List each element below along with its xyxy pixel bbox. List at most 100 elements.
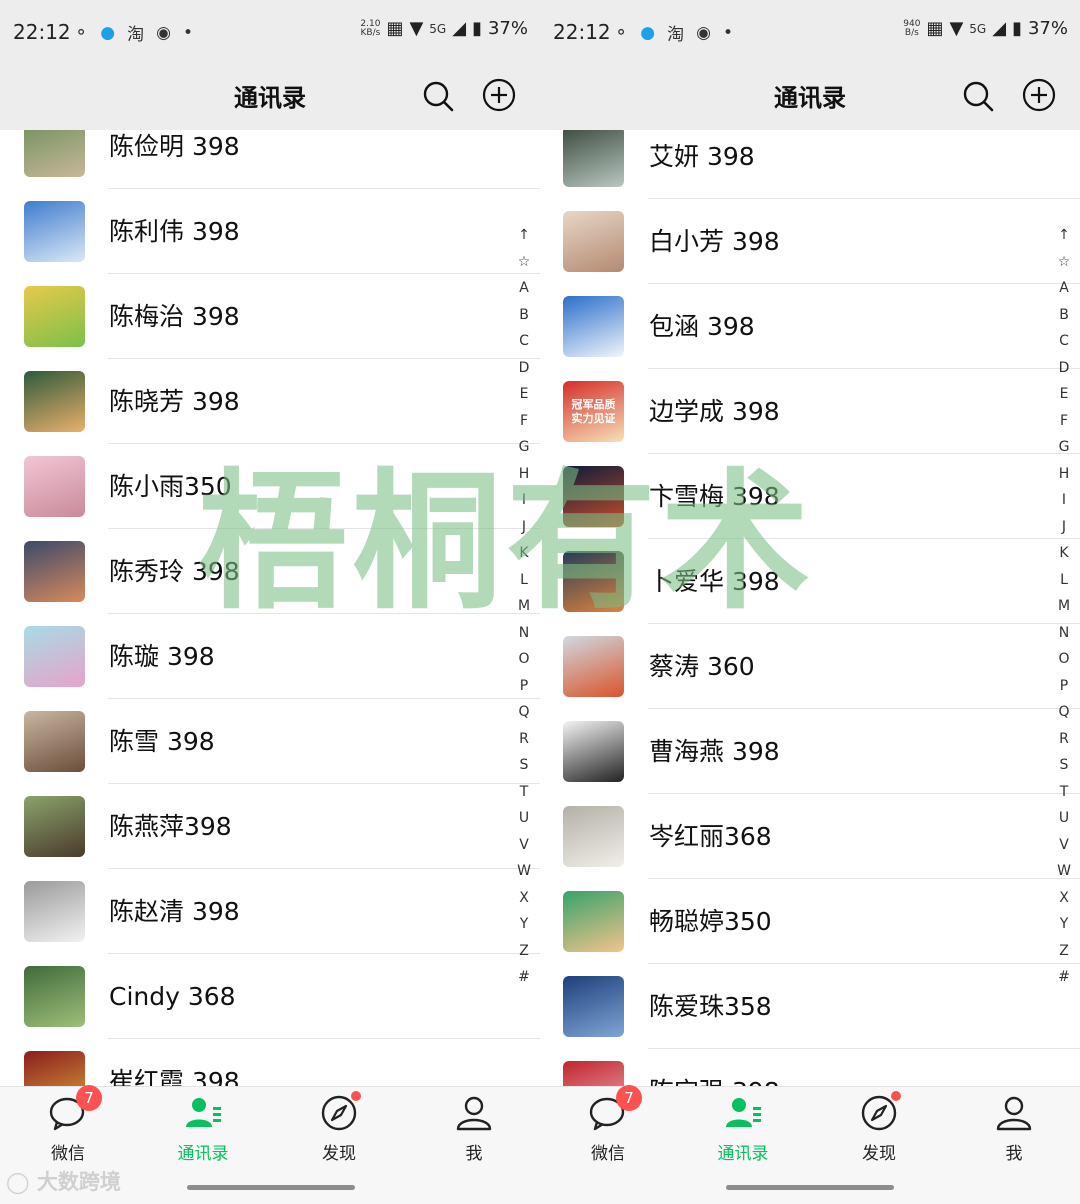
index-letter[interactable]: T [1056,779,1072,806]
contact-row[interactable]: 冠军品质 实力见证 边学成 398 [540,369,1080,454]
tab-discover[interactable]: 发现 [294,1091,384,1164]
contact-row[interactable]: 陈赵清 398 [0,869,540,954]
index-letter[interactable]: K [516,540,532,567]
index-letter[interactable]: J [1056,514,1072,541]
index-letter[interactable]: W [1056,858,1072,885]
contact-row[interactable]: 陈秀玲 398 [0,529,540,614]
tab-me[interactable]: 我 [969,1093,1059,1164]
index-letter[interactable]: Q [516,699,532,726]
index-letter[interactable]: G [1056,434,1072,461]
index-letter[interactable]: E [1056,381,1072,408]
index-letter[interactable]: P [516,673,532,700]
contact-row[interactable]: 陈宝强 398 [540,1049,1080,1086]
contact-row[interactable]: 陈梅治 398 [0,274,540,359]
index-letter[interactable]: F [1056,408,1072,435]
index-letter[interactable]: B [516,302,532,329]
index-letter[interactable]: H [1056,461,1072,488]
index-letter[interactable]: D [1056,355,1072,382]
contact-row[interactable]: 陈俭明 398 [0,130,540,189]
contact-row[interactable]: 陈璇 398 [0,614,540,699]
contact-row[interactable]: 卜爱华 398 [540,539,1080,624]
index-letter[interactable]: ☆ [1056,249,1072,276]
index-letter[interactable]: S [1056,752,1072,779]
index-letter[interactable]: Q [1056,699,1072,726]
contact-list[interactable]: 陈俭明 398 陈利伟 398 陈梅治 398 陈晓芳 398 陈小雨350 陈秀玲 39… [0,130,540,1086]
index-letter[interactable]: M [516,593,532,620]
index-letter[interactable]: Z [1056,938,1072,965]
index-letter[interactable]: Y [516,911,532,938]
index-letter[interactable]: N [516,620,532,647]
tab-contacts[interactable]: 通讯录 [698,1093,788,1164]
index-letter[interactable]: I [516,487,532,514]
contact-list[interactable]: 艾妍 398 白小芳 398 包涵 398 冠军品质 实力见证 边学成 398 卞雪梅 39… [540,130,1080,1086]
index-letter[interactable]: N [1056,620,1072,647]
index-letter[interactable]: X [516,885,532,912]
index-letter[interactable]: L [1056,567,1072,594]
index-letter[interactable]: X [1056,885,1072,912]
index-letter[interactable]: O [516,646,532,673]
index-letter[interactable]: S [516,752,532,779]
contact-row[interactable]: 蔡涛 360 [540,624,1080,709]
index-letter[interactable]: A [516,275,532,302]
index-letter[interactable]: G [516,434,532,461]
index-letter[interactable]: K [1056,540,1072,567]
index-letter[interactable]: B [1056,302,1072,329]
contact-row[interactable]: 崔红霞 398 [0,1039,540,1086]
add-icon[interactable] [482,78,516,112]
contact-row[interactable]: 白小芳 398 [540,199,1080,284]
index-letter[interactable]: # [516,964,532,991]
tab-chats[interactable]: 7 微信 [563,1085,653,1164]
index-letter[interactable]: E [516,381,532,408]
tab-chats[interactable]: 7 微信 [23,1085,113,1164]
contact-row[interactable]: 陈小雨350 [0,444,540,529]
index-letter[interactable]: H [516,461,532,488]
search-icon[interactable] [962,80,994,112]
contact-row[interactable]: 陈晓芳 398 [0,359,540,444]
tab-contacts[interactable]: 通讯录 [158,1093,248,1164]
index-letter[interactable]: L [516,567,532,594]
contact-row[interactable]: 陈雪 398 [0,699,540,784]
contact-row[interactable]: 岑红丽368 [540,794,1080,879]
index-letter[interactable]: U [516,805,532,832]
index-letter[interactable]: R [516,726,532,753]
index-letter[interactable]: ☆ [516,249,532,276]
index-letter[interactable]: M [1056,593,1072,620]
alphabet-index[interactable]: ↑ ☆ A B C D E F G H I J K L M N O P Q R S T U V W X Y Z # [1056,222,1072,991]
index-letter[interactable]: Z [516,938,532,965]
home-indicator[interactable] [187,1185,355,1190]
index-letter[interactable]: V [516,832,532,859]
index-letter[interactable]: D [516,355,532,382]
contact-row[interactable]: 曹海燕 398 [540,709,1080,794]
tab-me[interactable]: 我 [429,1093,519,1164]
index-letter[interactable]: T [516,779,532,806]
index-letter[interactable]: R [1056,726,1072,753]
index-letter[interactable]: ↑ [1056,222,1072,249]
index-letter[interactable]: F [516,408,532,435]
contact-row[interactable]: 卞雪梅 398 [540,454,1080,539]
index-letter[interactable]: Y [1056,911,1072,938]
index-letter[interactable]: V [1056,832,1072,859]
contact-row[interactable]: 包涵 398 [540,284,1080,369]
home-indicator[interactable] [726,1185,894,1190]
index-letter[interactable]: C [1056,328,1072,355]
index-letter[interactable]: ↑ [516,222,532,249]
index-letter[interactable]: # [1056,964,1072,991]
index-letter[interactable]: P [1056,673,1072,700]
search-icon[interactable] [422,80,454,112]
alphabet-index[interactable]: ↑ ☆ A B C D E F G H I J K L M N O P Q R S T U V W X Y Z # [516,222,532,991]
index-letter[interactable]: J [516,514,532,541]
index-letter[interactable]: W [516,858,532,885]
index-letter[interactable]: C [516,328,532,355]
contact-row[interactable]: 艾妍 398 [540,130,1080,199]
contact-row[interactable]: 陈利伟 398 [0,189,540,274]
contact-row[interactable]: 畅聪婷350 [540,879,1080,964]
tab-discover[interactable]: 发现 [834,1091,924,1164]
contact-row[interactable]: 陈爱珠358 [540,964,1080,1049]
index-letter[interactable]: O [1056,646,1072,673]
add-icon[interactable] [1022,78,1056,112]
contact-row[interactable]: Cindy 368 [0,954,540,1039]
contact-row[interactable]: 陈燕萍398 [0,784,540,869]
index-letter[interactable]: U [1056,805,1072,832]
index-letter[interactable]: A [1056,275,1072,302]
index-letter[interactable]: I [1056,487,1072,514]
